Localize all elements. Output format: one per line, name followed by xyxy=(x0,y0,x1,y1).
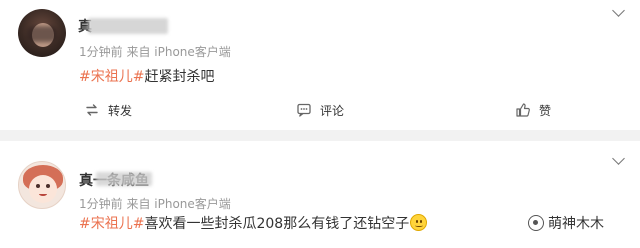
avatar-eye xyxy=(36,184,40,188)
watermark-text: 萌神木木 xyxy=(548,216,604,232)
topic-link[interactable]: #宋祖儿# xyxy=(79,69,144,85)
repost-icon xyxy=(86,104,98,116)
topic-link[interactable]: #宋祖儿# xyxy=(79,216,144,232)
repost-label: 转发 xyxy=(108,103,133,118)
username-mask xyxy=(88,18,168,34)
avatar-face xyxy=(29,175,57,203)
like-label: 赞 xyxy=(539,103,552,118)
comment-body: 喜欢看一些封杀瓜208那么有钱了还钻空子 xyxy=(144,216,410,232)
thumbs-up-icon xyxy=(516,103,530,117)
username-mask xyxy=(96,172,152,186)
comment-card: 真 1分钟前 来自 iPhone客户端 #宋祖儿#赶紧封杀吧 转发 评论 赞 xyxy=(0,0,640,130)
comment-body: 赶紧封杀吧 xyxy=(144,69,215,85)
comment-text: #宋祖儿#赶紧封杀吧 xyxy=(79,66,214,86)
avatar-mask xyxy=(27,26,57,42)
smile-emoji-icon xyxy=(410,214,428,231)
comment-button[interactable]: 评论 xyxy=(296,96,344,124)
comment-meta: 1分钟前 来自 iPhone客户端 xyxy=(79,197,231,211)
watermark: 萌神木木 xyxy=(528,213,604,233)
like-button[interactable]: 赞 xyxy=(515,96,551,124)
avatar[interactable] xyxy=(18,161,66,209)
comment-label: 评论 xyxy=(320,103,345,118)
chevron-down-icon[interactable] xyxy=(612,4,625,17)
comment-icon xyxy=(297,103,311,117)
avatar-mouth xyxy=(39,192,47,196)
avatar-eye xyxy=(46,184,50,188)
repost-button[interactable]: 转发 xyxy=(84,96,132,124)
watermark-logo-icon xyxy=(528,215,544,231)
comment-meta: 1分钟前 来自 iPhone客户端 xyxy=(79,45,231,59)
comment-text: #宋祖儿#喜欢看一些封杀瓜208那么有钱了还钻空子 xyxy=(79,213,428,233)
avatar[interactable] xyxy=(18,9,66,57)
